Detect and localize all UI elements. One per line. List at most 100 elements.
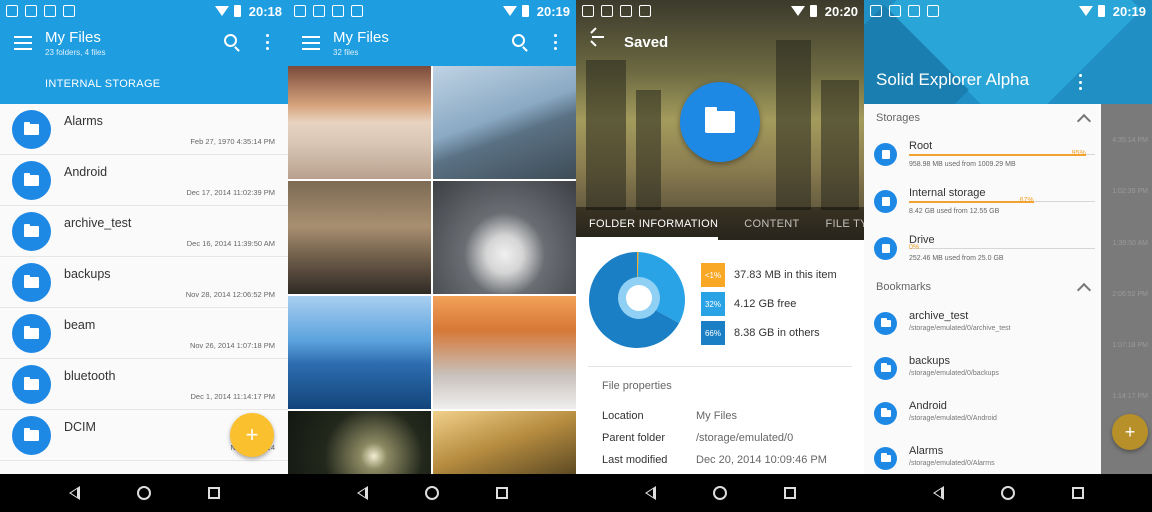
folder-hero-image: 20:20 Saved FOLDER INFORMATION CONTENT F… <box>576 0 864 240</box>
bookmarks-header: Bookmarks <box>876 281 932 293</box>
wifi-icon <box>790 6 805 16</box>
property-key: Location <box>602 410 644 422</box>
page-subtitle: 23 folders, 4 files <box>45 48 106 57</box>
storage-info: 252.46 MB used from 25.0 GB <box>909 255 1004 262</box>
photo-lake-mountains[interactable] <box>288 296 431 409</box>
photo-paris-street[interactable] <box>288 181 431 294</box>
folder-icon <box>12 314 51 353</box>
overflow-menu-icon[interactable] <box>554 34 558 50</box>
photo-snowy-forest-path[interactable] <box>433 296 576 409</box>
status-bar: 20:19 <box>864 0 1152 22</box>
overflow-menu-icon[interactable] <box>1079 74 1083 90</box>
app-bar: 20:19 My Files 32 files <box>288 0 576 66</box>
overflow-menu-icon[interactable] <box>266 34 270 50</box>
file-date: Nov 28, 2014 12:06:52 PM <box>185 290 275 299</box>
folder-icon <box>12 212 51 251</box>
add-fab-button[interactable]: + <box>230 413 274 457</box>
bookmark-path: /storage/emulated/0/Android <box>909 415 997 422</box>
tab-internal-storage[interactable]: INTERNAL STORAGE <box>45 78 160 90</box>
usage-legend-item: 32% 4.12 GB free <box>701 292 796 316</box>
menu-icon[interactable] <box>302 36 320 50</box>
storage-percent: 67% <box>1019 197 1034 204</box>
clock: 20:19 <box>536 3 570 19</box>
file-name: beam <box>64 318 96 332</box>
collapse-bookmarks-icon[interactable] <box>1076 282 1092 298</box>
menu-icon[interactable] <box>14 36 32 50</box>
back-icon[interactable] <box>356 486 368 500</box>
photo-desert-dunes[interactable] <box>288 66 431 179</box>
back-arrow-icon[interactable] <box>592 36 604 38</box>
home-icon[interactable] <box>1000 486 1015 500</box>
tab-folder-information[interactable]: FOLDER INFORMATION <box>576 218 731 230</box>
status-bar: 20:20 <box>576 0 864 22</box>
list-item[interactable]: Android Dec 17, 2014 11:02:39 PM <box>0 155 288 206</box>
list-item[interactable]: beam Nov 26, 2014 1:07:18 PM <box>0 308 288 359</box>
drawer-header: 20:19 Solid Explorer Alpha <box>864 0 1152 104</box>
home-icon[interactable] <box>424 486 439 500</box>
recents-icon[interactable] <box>495 487 508 499</box>
list-item[interactable]: Alarms Feb 27, 1970 4:35:14 PM <box>0 104 288 155</box>
storage-item[interactable]: Drive 0% 252.46 MB used from 25.0 GB <box>864 232 1101 278</box>
file-list-screen: 20:18 My Files 23 folders, 4 files INTER… <box>0 0 288 512</box>
recents-icon[interactable] <box>1071 487 1084 499</box>
folder-icon <box>874 402 897 425</box>
home-icon[interactable] <box>136 486 151 500</box>
recents-icon[interactable] <box>207 487 220 499</box>
tab-content[interactable]: CONTENT <box>731 218 812 230</box>
recents-icon[interactable] <box>783 487 796 499</box>
storage-item[interactable]: Internal storage 67% 8.42 GB used from 1… <box>864 185 1101 231</box>
file-list: Alarms Feb 27, 1970 4:35:14 PM Android D… <box>0 104 288 461</box>
bookmark-name: Alarms <box>909 445 944 457</box>
home-icon[interactable] <box>712 486 727 500</box>
add-fab-button[interactable]: + <box>1112 414 1148 450</box>
storage-percent: 0% <box>909 244 920 251</box>
file-name: archive_test <box>64 216 132 230</box>
list-item[interactable]: backups Nov 28, 2014 12:06:52 PM <box>0 257 288 308</box>
file-date: Dec 1, 2014 11:14:17 PM <box>190 392 276 401</box>
file-name: bluetooth <box>64 369 116 383</box>
folder-icon <box>874 357 897 380</box>
collapse-storages-icon[interactable] <box>1076 113 1092 129</box>
tab-file-types[interactable]: FILE TYPES <box>813 218 864 230</box>
bookmark-item[interactable]: Android /storage/emulated/0/Android <box>864 400 1101 444</box>
android-icon <box>889 5 901 17</box>
storage-usage-bar <box>909 153 1095 156</box>
app-bar: 20:18 My Files 23 folders, 4 files INTER… <box>0 0 288 104</box>
storage-item[interactable]: Root 95% 958.98 MB used from 1009.29 MB <box>864 138 1101 184</box>
file-date: Feb 27, 1970 4:35:14 PM <box>190 137 275 146</box>
android-icon <box>601 5 613 17</box>
clock: 20:19 <box>1112 3 1146 19</box>
search-icon[interactable] <box>512 34 525 47</box>
back-icon[interactable] <box>68 486 80 500</box>
list-item[interactable]: archive_test Dec 16, 2014 11:39:50 AM <box>0 206 288 257</box>
photo-white-sports-car[interactable] <box>433 181 576 294</box>
usage-legend-item: 66% 8.38 GB in others <box>701 321 820 345</box>
detail-tabs: FOLDER INFORMATION CONTENT FILE TYPES <box>576 207 864 240</box>
folder-icon <box>680 82 760 162</box>
usage-label: 8.38 GB in others <box>734 327 820 339</box>
image-icon <box>44 5 56 17</box>
file-name: Alarms <box>64 114 103 128</box>
pie-hole <box>626 285 652 311</box>
bookmark-name: Android <box>909 400 947 412</box>
back-icon[interactable] <box>644 486 656 500</box>
photo-grid <box>288 66 576 512</box>
file-date: Dec 16, 2014 11:39:50 AM <box>186 239 275 248</box>
image-icon <box>332 5 344 17</box>
file-date: Dec 17, 2014 11:02:39 PM <box>186 188 275 197</box>
file-name: DCIM <box>64 420 96 434</box>
bookmark-item[interactable]: backups /storage/emulated/0/backups <box>864 355 1101 399</box>
android-icon <box>313 5 325 17</box>
search-icon[interactable] <box>224 34 237 47</box>
status-bar: 20:18 <box>0 0 288 22</box>
lock-icon <box>874 143 897 166</box>
photo-bridge[interactable] <box>433 66 576 179</box>
property-value: My Files <box>696 410 737 422</box>
property-key: Parent folder <box>602 432 665 444</box>
back-icon[interactable] <box>932 486 944 500</box>
list-item[interactable]: bluetooth Dec 1, 2014 11:14:17 PM <box>0 359 288 410</box>
folder-icon <box>12 365 51 404</box>
page-title: My Files <box>45 29 101 46</box>
image-icon <box>620 5 632 17</box>
bookmark-item[interactable]: archive_test /storage/emulated/0/archive… <box>864 310 1101 354</box>
